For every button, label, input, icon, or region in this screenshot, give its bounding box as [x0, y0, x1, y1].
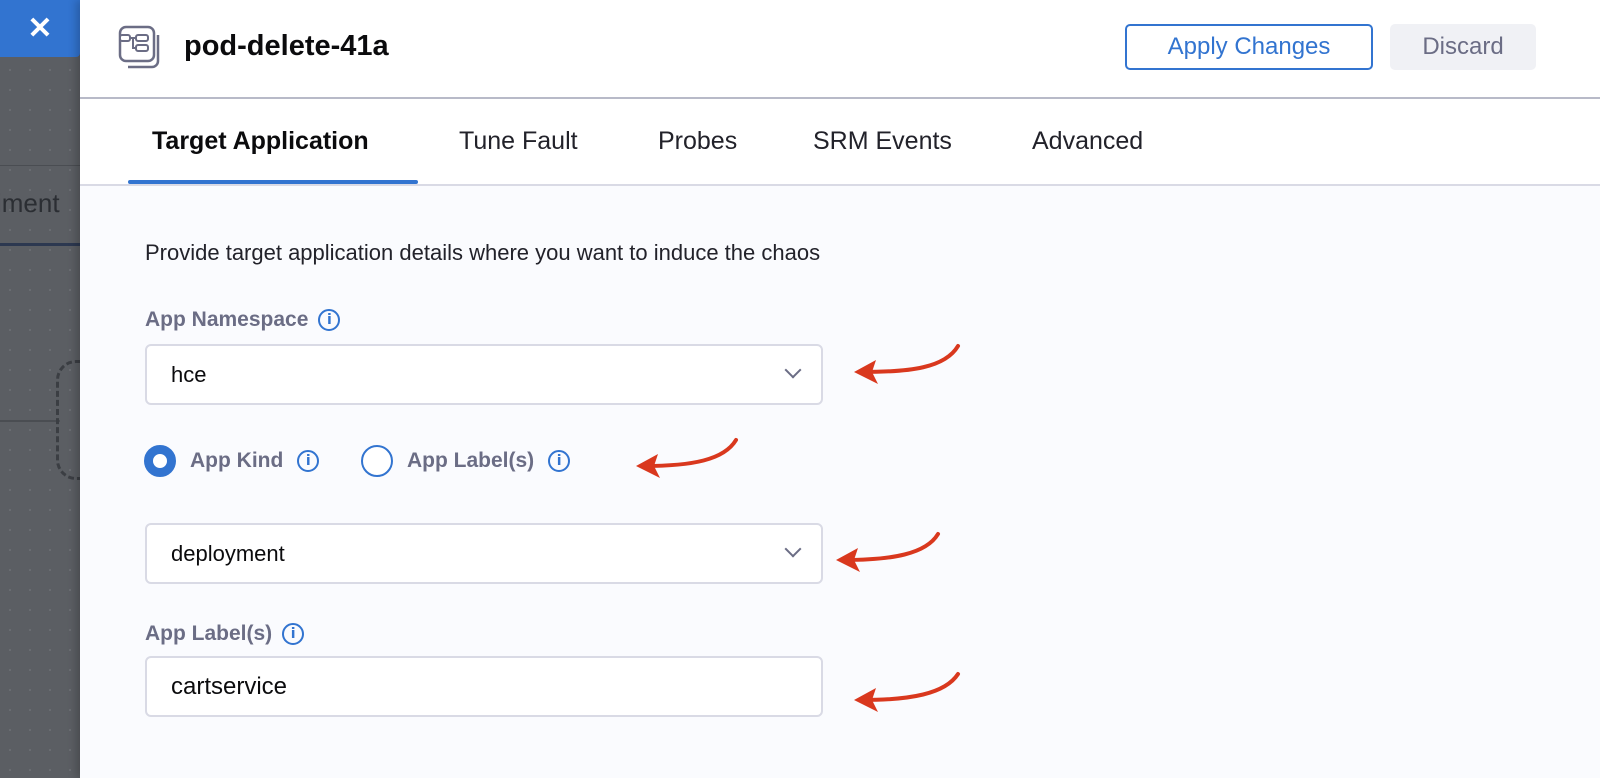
radio-unselected-icon [361, 445, 393, 477]
app-labels-value: cartservice [171, 672, 288, 700]
radio-app-kind-label: App Kind [190, 449, 284, 472]
tab-probes[interactable]: Probes [658, 127, 737, 156]
discard-button[interactable]: Discard [1390, 24, 1536, 70]
form-description: Provide target application details where… [145, 240, 821, 265]
annotation-arrow-icon [854, 344, 960, 384]
fault-config-panel: pod-delete-41a Apply Changes Discard Tar… [80, 0, 1600, 778]
radio-app-kind[interactable]: App Kind i [144, 445, 320, 477]
radio-app-labels[interactable]: App Label(s) i [361, 445, 571, 477]
close-button[interactable]: ✕ [0, 0, 80, 57]
fault-node-icon [118, 25, 160, 69]
panel-header: pod-delete-41a Apply Changes Discard [80, 0, 1600, 99]
divider [0, 165, 80, 166]
background-node [56, 360, 80, 480]
background-tab: iment [0, 188, 60, 218]
info-icon[interactable]: i [548, 450, 571, 472]
tab-bar: Target Application Tune Fault Probes SRM… [80, 99, 1600, 186]
radio-app-labels-label: App Label(s) [407, 449, 535, 472]
annotation-arrow-icon [854, 672, 960, 712]
namespace-value: hce [171, 361, 207, 387]
app-labels-label: App Label(s) i [145, 622, 305, 646]
annotation-arrow-icon [636, 438, 738, 478]
chevron-down-icon [784, 361, 802, 379]
app-kind-value: deployment [171, 540, 285, 566]
apply-changes-button[interactable]: Apply Changes [1125, 24, 1373, 70]
tab-tune-fault[interactable]: Tune Fault [459, 127, 578, 156]
tab-srm-events[interactable]: SRM Events [813, 127, 952, 156]
namespace-select[interactable]: hce [145, 344, 823, 405]
chevron-down-icon [784, 540, 802, 558]
info-icon[interactable]: i [297, 450, 320, 472]
background-canvas: ✕ iment [0, 0, 80, 778]
app-kind-select[interactable]: deployment [145, 523, 823, 584]
radio-selected-icon [144, 445, 176, 477]
background-tab-underline [0, 243, 80, 246]
tab-advanced[interactable]: Advanced [1032, 127, 1143, 156]
app-labels-label-text: App Label(s) [145, 622, 273, 645]
connector-line [0, 420, 60, 422]
info-icon[interactable]: i [282, 623, 305, 645]
annotation-arrow-icon [836, 532, 940, 572]
active-tab-indicator [128, 180, 418, 184]
page-title: pod-delete-41a [184, 30, 389, 62]
tab-target-application[interactable]: Target Application [152, 127, 369, 156]
close-icon: ✕ [27, 12, 53, 45]
app-labels-input[interactable]: cartservice [145, 656, 823, 717]
namespace-label-text: App Namespace [145, 308, 309, 331]
info-icon[interactable]: i [318, 309, 341, 331]
namespace-label: App Namespace i [145, 308, 341, 332]
